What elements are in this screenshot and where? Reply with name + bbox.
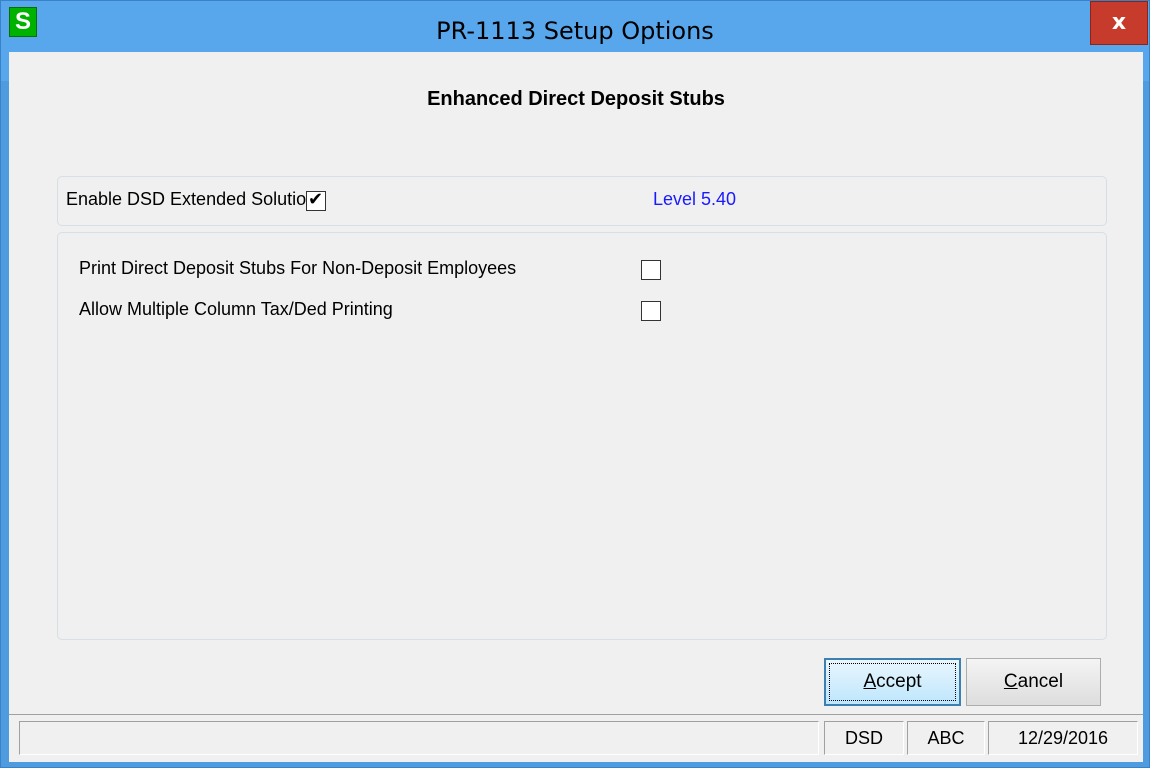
enable-extended-solution-checkbox[interactable]: ✔ <box>306 189 326 211</box>
option-label-print-stubs: Print Direct Deposit Stubs For Non-Depos… <box>79 258 517 278</box>
status-date: 12/29/2016 <box>988 721 1138 755</box>
focus-rectangle <box>829 663 956 701</box>
extended-solution-group: Enable DSD Extended Solution ✔ Level 5.4… <box>57 176 1107 226</box>
accept-button[interactable]: Accept <box>824 658 961 706</box>
cancel-mnemonic: C <box>1003 671 1018 692</box>
enable-extended-solution-label: Enable DSD Extended Solution <box>66 189 317 209</box>
dialog-body: Enhanced Direct Deposit Stubs Enable DSD… <box>9 52 1143 762</box>
close-icon: x <box>1111 10 1127 35</box>
dialog-window: S PR-1113 Setup Options x Enhanced Direc… <box>0 0 1150 768</box>
status-message <box>19 721 819 755</box>
status-bar: DSD ABC 12/29/2016 <box>9 714 1143 762</box>
option-checkbox-print-stubs[interactable] <box>641 260 661 280</box>
window-title: PR-1113 Setup Options <box>436 17 714 45</box>
checkmark-icon: ✔ <box>308 189 324 210</box>
close-button[interactable]: x <box>1090 1 1148 45</box>
status-module: DSD <box>824 721 904 755</box>
option-checkbox-multiple-column[interactable] <box>641 301 661 321</box>
level-text: Level 5.40 <box>653 189 737 209</box>
status-company: ABC <box>907 721 985 755</box>
option-label-multiple-column: Allow Multiple Column Tax/Ded Printing <box>79 299 393 319</box>
options-group: Print Direct Deposit Stubs For Non-Depos… <box>57 232 1107 640</box>
cancel-label: ancel <box>1017 671 1064 692</box>
page-title: Enhanced Direct Deposit Stubs <box>427 88 725 110</box>
cancel-button[interactable]: Cancel <box>966 658 1101 706</box>
